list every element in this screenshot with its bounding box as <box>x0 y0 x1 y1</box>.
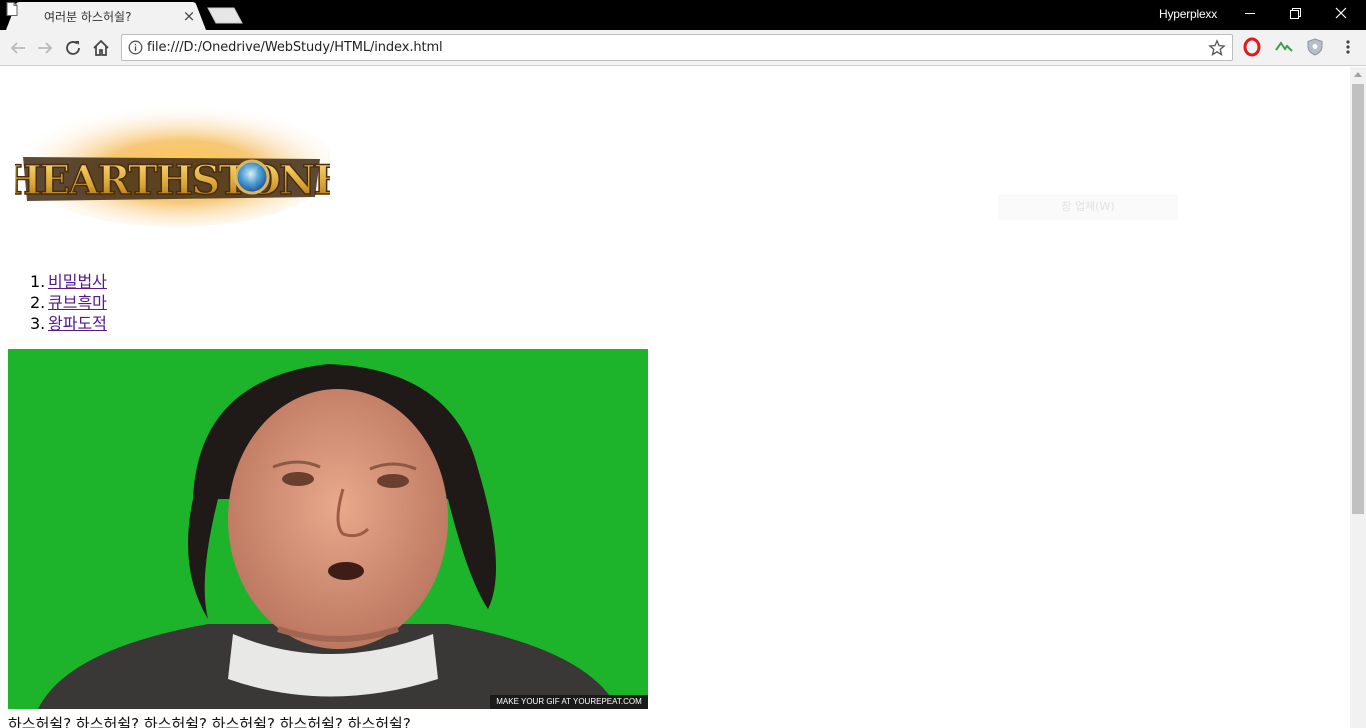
list-item: 3. 왕파도적 <box>8 313 107 334</box>
vertical-scrollbar[interactable] <box>1350 67 1366 728</box>
star-icon[interactable] <box>1208 39 1226 57</box>
reload-icon[interactable] <box>61 36 85 60</box>
body-text: 하스허쉴? 하스허쉴? 하스허쉴? 하스허쉴? 하스허쉴? 하스허쉴? <box>8 715 411 728</box>
scroll-up-arrow-icon[interactable] <box>1354 72 1362 77</box>
list-number: 2. <box>30 293 46 312</box>
link-kingsbane-rogue[interactable]: 왕파도적 <box>48 314 107 333</box>
faint-search-box[interactable]: 창 업체(W) <box>998 194 1178 220</box>
tab-title: 여러분 하스허쉴? <box>44 10 132 24</box>
page-viewport: HEARTHSTONE 창 업체(W) 1. 비밀법사 2. 큐브흑마 3. 왕… <box>0 67 1350 728</box>
scroll-thumb[interactable] <box>1352 84 1364 514</box>
class-deck-list: 1. 비밀법사 2. 큐브흑마 3. 왕파도적 <box>8 271 107 334</box>
gif-watermark: MAKE YOUR GIF AT YOUREPEAT.COM <box>490 695 648 709</box>
tab-active[interactable]: 여러분 하스허쉴? × <box>6 2 206 30</box>
list-number: 3. <box>30 314 46 333</box>
page-document-icon <box>6 2 18 16</box>
opera-icon[interactable] <box>1242 37 1262 57</box>
close-window-button[interactable] <box>1318 0 1364 28</box>
title-bar: 여러분 하스허쉴? × Hyperplexx <box>0 0 1366 30</box>
home-icon[interactable] <box>89 36 113 60</box>
person-image <box>8 349 648 709</box>
menu-icon[interactable] <box>1338 37 1358 57</box>
new-tab-button[interactable] <box>206 6 244 24</box>
restore-icon <box>1290 8 1301 19</box>
extension-wave-icon[interactable] <box>1274 37 1294 57</box>
close-icon <box>1335 7 1347 19</box>
list-number: 1. <box>30 272 46 291</box>
list-item: 2. 큐브흑마 <box>8 292 107 313</box>
minimize-button[interactable] <box>1227 0 1273 28</box>
link-cube-warlock[interactable]: 큐브흑마 <box>48 293 107 312</box>
restore-button[interactable] <box>1273 0 1319 28</box>
forward-icon[interactable] <box>33 36 57 60</box>
meme-gif: MAKE YOUR GIF AT YOUREPEAT.COM <box>8 349 648 709</box>
address-bar[interactable]: file:///D:/Onedrive/WebStudy/HTML/index.… <box>121 34 1233 61</box>
logo-text: HEARTHSTONE <box>15 157 330 204</box>
minimize-icon <box>1245 13 1255 14</box>
shield-icon[interactable] <box>1305 37 1325 57</box>
list-item: 1. 비밀법사 <box>8 271 107 292</box>
hearthstone-logo: HEARTHSTONE <box>15 103 330 227</box>
profile-name[interactable]: Hyperplexx <box>1159 7 1217 21</box>
url-text[interactable]: file:///D:/Onedrive/WebStudy/HTML/index.… <box>147 40 443 55</box>
browser-toolbar: file:///D:/Onedrive/WebStudy/HTML/index.… <box>0 30 1366 66</box>
back-icon[interactable] <box>6 36 30 60</box>
link-secret-mage[interactable]: 비밀법사 <box>48 272 107 291</box>
info-icon[interactable] <box>128 40 143 55</box>
tab-close-icon[interactable]: × <box>180 7 198 25</box>
